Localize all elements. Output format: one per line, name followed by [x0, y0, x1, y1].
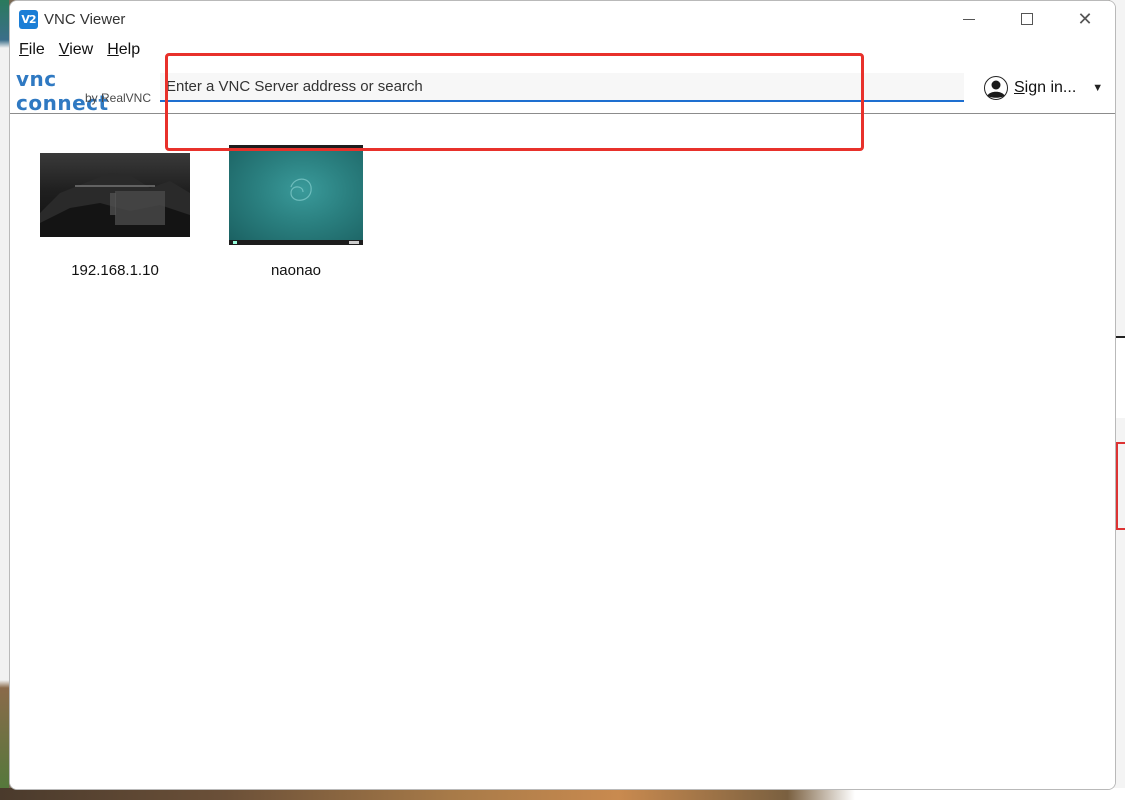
desktop-background-left: [0, 0, 9, 800]
vnc-viewer-window: V2 VNC Viewer ✕ File View Help vnc conne…: [9, 0, 1116, 790]
server-name-1[interactable]: 192.168.1.10: [40, 262, 190, 279]
menu-bar: File View Help: [10, 41, 154, 63]
minimize-button[interactable]: [940, 1, 998, 37]
minimize-icon: [963, 18, 975, 20]
sign-in-label: Sign in...: [1014, 79, 1077, 96]
close-button[interactable]: ✕: [1056, 1, 1114, 37]
address-book-panel: 192.168.1.10 naonao: [10, 114, 1115, 789]
title-bar: V2 VNC Viewer ✕: [10, 1, 1115, 37]
server-search-input[interactable]: [160, 73, 964, 102]
logo-byline: by RealVNC: [84, 91, 151, 105]
menu-file[interactable]: File: [19, 41, 45, 63]
close-icon: ✕: [1077, 9, 1093, 29]
user-avatar-icon: [984, 76, 1008, 100]
sign-in-button[interactable]: Sign in... ▼: [984, 75, 1103, 101]
desktop-preview-image: [229, 145, 363, 245]
server-name-2[interactable]: naonao: [229, 262, 363, 279]
maximize-icon: [1021, 13, 1033, 25]
menu-view[interactable]: View: [59, 41, 93, 63]
background-annotation: [1116, 442, 1125, 530]
window-title: VNC Viewer: [44, 11, 126, 28]
desktop-preview-image: [40, 173, 190, 237]
vnc-app-icon: V2: [19, 10, 38, 29]
maximize-button[interactable]: [998, 1, 1056, 37]
menu-help[interactable]: Help: [107, 41, 140, 63]
toolbar: vnc connect by RealVNC Sign in... ▼: [10, 63, 1115, 115]
chevron-down-icon[interactable]: ▼: [1092, 82, 1103, 94]
server-thumbnail-1[interactable]: [40, 153, 190, 237]
vnc-connect-logo: vnc connect by RealVNC: [16, 67, 151, 115]
server-thumbnail-2[interactable]: [229, 145, 363, 245]
